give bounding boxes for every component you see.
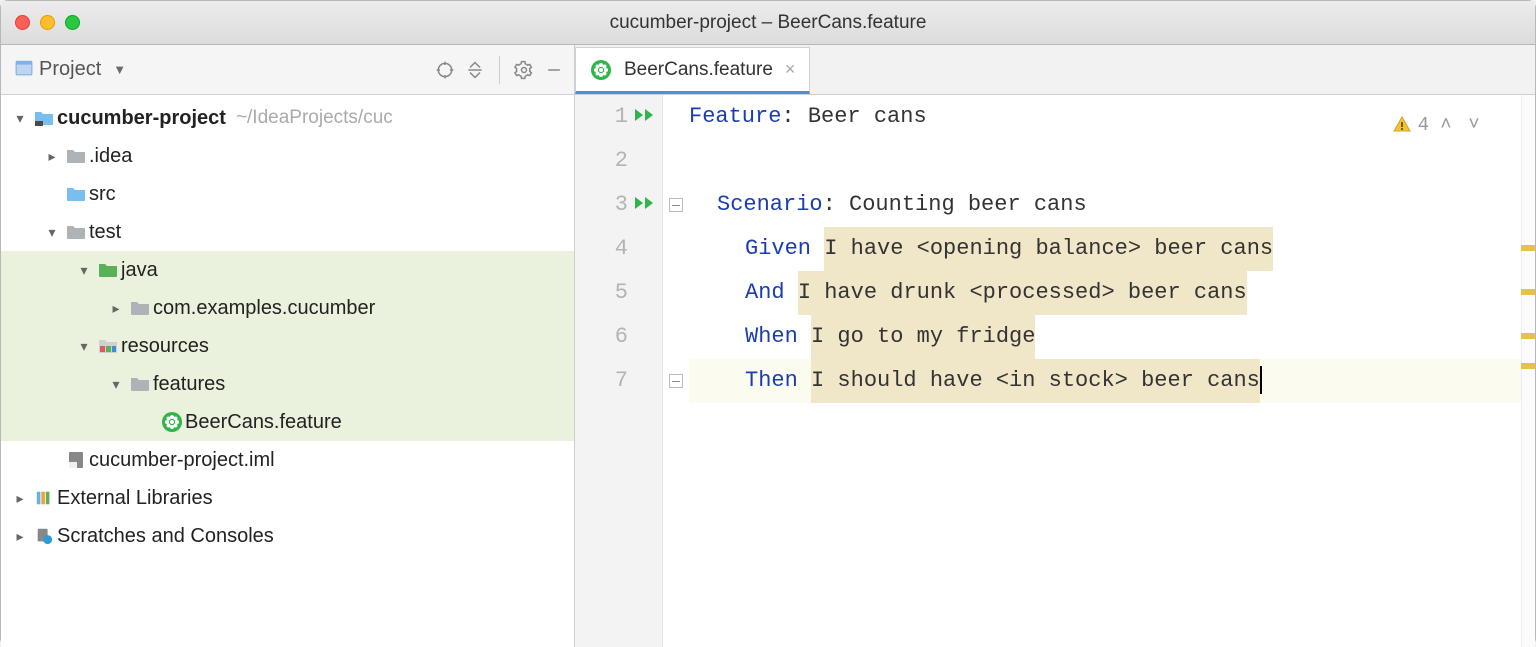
tree-label: resources <box>121 335 209 358</box>
folder-icon <box>63 223 89 241</box>
run-gutter-icon[interactable] <box>634 183 656 227</box>
module-file-icon <box>63 451 89 469</box>
warning-count: 4 <box>1418 103 1429 147</box>
hide-panel-icon[interactable] <box>542 58 566 82</box>
warning-icon <box>1392 115 1412 135</box>
window-titlebar: cucumber-project – BeerCans.feature <box>1 1 1535 45</box>
tree-node-test[interactable]: ▾ test <box>1 213 574 251</box>
tree-node-idea[interactable]: ▸ .idea <box>1 137 574 175</box>
chevron-down-icon[interactable]: ▾ <box>73 262 95 279</box>
step-text: I have <opening balance> beer cans <box>824 227 1273 271</box>
fold-toggle-icon[interactable] <box>669 374 683 388</box>
cucumber-file-icon <box>159 412 185 432</box>
tree-root-project[interactable]: ▾ cucumber-project ~/IdeaProjects/cuc <box>1 99 574 137</box>
code-text: : Counting beer cans <box>823 183 1087 227</box>
error-stripe[interactable] <box>1521 95 1535 647</box>
project-view-icon <box>15 59 33 80</box>
chevron-down-icon[interactable]: ▾ <box>105 376 127 393</box>
chevron-down-icon[interactable]: ▾ <box>9 110 31 127</box>
cucumber-file-icon <box>588 60 614 80</box>
tree-node-scratches[interactable]: ▸ Scratches and Consoles <box>1 517 574 555</box>
tree-label: features <box>153 373 225 396</box>
project-panel: Project ▼ ▾ cucumber-project ~/IdeaProje… <box>1 45 575 647</box>
project-view-dropdown-icon[interactable]: ▼ <box>113 62 126 77</box>
close-tab-icon[interactable]: × <box>783 59 798 80</box>
chevron-right-icon[interactable]: ▸ <box>9 490 31 507</box>
tree-node-src[interactable]: src <box>1 175 574 213</box>
tree-label: test <box>89 221 121 244</box>
tree-node-external-libraries[interactable]: ▸ External Libraries <box>1 479 574 517</box>
folder-icon <box>63 147 89 165</box>
editor-gutter[interactable]: 1 2 3 4 5 6 7 <box>575 95 663 647</box>
step-text: I have drunk <processed> beer cans <box>798 271 1247 315</box>
code-area[interactable]: Feature: Beer cans Scenario: Counting be… <box>689 95 1535 647</box>
test-resources-folder-icon <box>95 337 121 355</box>
kw-then: Then <box>745 359 798 403</box>
kw-given: Given <box>745 227 811 271</box>
text-caret <box>1260 366 1262 394</box>
kw-scenario: Scenario <box>717 183 823 227</box>
source-folder-icon <box>63 185 89 203</box>
tree-node-iml[interactable]: cucumber-project.iml <box>1 441 574 479</box>
expand-all-icon[interactable] <box>463 58 487 82</box>
tree-node-features[interactable]: ▾ features <box>1 365 574 403</box>
code-text: : Beer cans <box>781 95 926 139</box>
project-name: cucumber-project <box>57 107 226 130</box>
project-panel-label[interactable]: Project <box>39 58 101 81</box>
kw-when: When <box>745 315 798 359</box>
test-source-folder-icon <box>95 261 121 279</box>
project-tree[interactable]: ▾ cucumber-project ~/IdeaProjects/cuc ▸ … <box>1 95 574 555</box>
step-text: I go to my fridge <box>811 315 1035 359</box>
project-path: ~/IdeaProjects/cuc <box>236 107 393 129</box>
editor-tab-beercans[interactable]: BeerCans.feature × <box>575 47 810 94</box>
settings-icon[interactable] <box>512 58 536 82</box>
tree-label: External Libraries <box>57 487 213 510</box>
tree-node-feature-file[interactable]: BeerCans.feature <box>1 403 574 441</box>
window-title: cucumber-project – BeerCans.feature <box>1 12 1535 34</box>
folder-icon <box>127 375 153 393</box>
chevron-right-icon[interactable]: ▸ <box>105 300 127 317</box>
chevron-down-icon[interactable]: ▾ <box>73 338 95 355</box>
module-icon <box>31 109 57 127</box>
editor-tabs: BeerCans.feature × <box>575 45 1535 95</box>
tree-label: BeerCans.feature <box>185 411 342 434</box>
chevron-right-icon[interactable]: ▸ <box>41 148 63 165</box>
tab-label: BeerCans.feature <box>624 59 773 81</box>
fold-toggle-icon[interactable] <box>669 198 683 212</box>
chevron-down-icon[interactable]: ▾ <box>41 224 63 241</box>
package-icon <box>127 299 153 317</box>
tree-label: cucumber-project.iml <box>89 449 275 472</box>
scratches-icon <box>31 527 57 545</box>
tree-label: com.examples.cucumber <box>153 297 375 320</box>
tree-label: java <box>121 259 158 282</box>
run-gutter-icon[interactable] <box>634 95 656 139</box>
tree-node-resources[interactable]: ▾ resources <box>1 327 574 365</box>
kw-and: And <box>745 271 785 315</box>
kw-feature: Feature <box>689 95 781 139</box>
step-text: I should have <in stock> beer cans <box>811 359 1260 403</box>
editor-body[interactable]: 1 2 3 4 5 6 7 Feature: Beer cans Scenari… <box>575 95 1535 647</box>
editor-area: BeerCans.feature × 1 2 3 4 5 6 7 Feature <box>575 45 1535 647</box>
tree-label: .idea <box>89 145 132 168</box>
libraries-icon <box>31 489 57 507</box>
tree-label: src <box>89 183 116 206</box>
project-panel-header: Project ▼ <box>1 45 574 95</box>
inspection-widget[interactable]: 4 ˄ ˅ <box>1392 103 1485 147</box>
tree-node-package[interactable]: ▸ com.examples.cucumber <box>1 289 574 327</box>
tree-node-java[interactable]: ▾ java <box>1 251 574 289</box>
chevron-right-icon[interactable]: ▸ <box>9 528 31 545</box>
editor-fold-column[interactable] <box>663 95 689 647</box>
chevron-down-icon[interactable]: ˅ <box>1463 103 1485 147</box>
chevron-up-icon[interactable]: ˄ <box>1435 103 1457 147</box>
tree-label: Scratches and Consoles <box>57 525 274 548</box>
locate-icon[interactable] <box>433 58 457 82</box>
